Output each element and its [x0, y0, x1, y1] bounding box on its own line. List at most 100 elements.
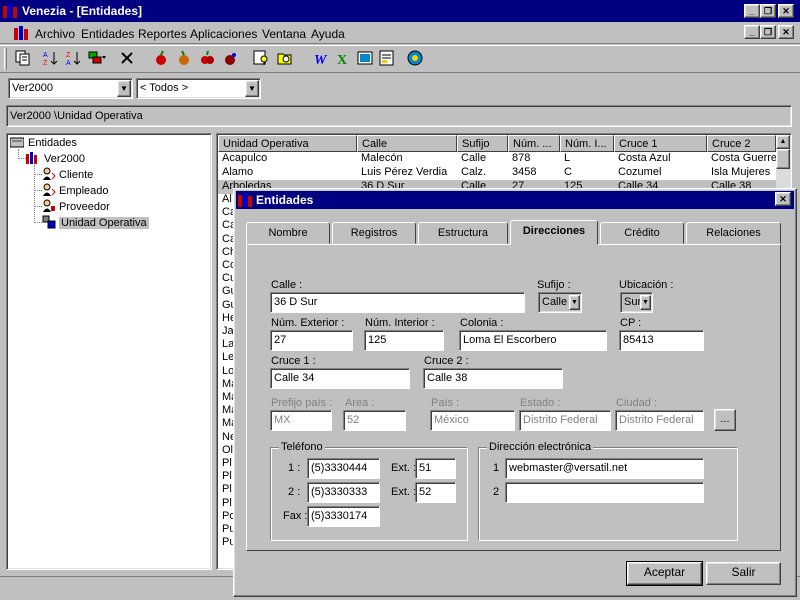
menu-archivo[interactable]: Archivo — [35, 27, 75, 41]
report-icon[interactable] — [376, 47, 398, 69]
ext2-field[interactable]: 52 — [415, 482, 456, 503]
scroll-up-button[interactable]: ▲ — [776, 135, 790, 149]
tel2-label: 2 : — [288, 486, 301, 498]
menu-aplicaciones[interactable]: Aplicaciones — [190, 27, 257, 41]
column-header[interactable]: Núm. I... — [560, 135, 614, 152]
tab-relaciones[interactable]: Relaciones — [686, 222, 781, 244]
sort-desc-icon[interactable]: ZA — [63, 47, 85, 69]
area-label: Area : — [345, 397, 375, 409]
tree-root[interactable]: Entidades — [9, 135, 77, 151]
tree-item-label: Unidad Operativa — [59, 217, 149, 229]
folder-search-icon[interactable] — [274, 47, 296, 69]
table-row[interactable]: Alamo Luis Pérez Verdia Calz. 3458 C Coz… — [218, 166, 776, 180]
num-ext-field[interactable]: 27 — [270, 330, 353, 351]
colonia-field[interactable]: Loma El Escorbero — [459, 330, 607, 351]
more-button[interactable]: ... — [714, 409, 736, 431]
menu-ventana[interactable]: Ventana — [262, 27, 306, 41]
chevron-down-icon[interactable]: ▼ — [569, 295, 580, 310]
chevron-down-icon[interactable]: ▼ — [245, 80, 259, 97]
image-icon[interactable] — [354, 47, 376, 69]
tree-line — [34, 174, 42, 175]
tab-strip: Nombre Registros Estructura Direcciones … — [246, 220, 781, 246]
ubicacion-dropdown[interactable]: Sur ▼ — [620, 292, 653, 313]
word-icon[interactable]: W — [310, 47, 332, 69]
table-row[interactable]: Acapulco Malecón Calle 878 L Costa Azul … — [218, 152, 776, 166]
exit-button[interactable]: Salir — [706, 562, 781, 585]
ext1-label: Ext. : — [391, 462, 417, 474]
ext1-field[interactable]: 51 — [415, 458, 456, 479]
tab-registros[interactable]: Registros — [332, 222, 416, 244]
tel2-field[interactable]: (5)3330333 — [307, 482, 380, 503]
column-header[interactable]: Unidad Operativa — [218, 135, 357, 152]
cruce2-field[interactable]: Calle 38 — [423, 368, 563, 389]
tree-item-proveedor[interactable]: Proveedor — [42, 199, 110, 215]
mdi-minimize-button[interactable]: _ — [744, 25, 760, 39]
email1-field[interactable]: webmaster@versatil.net — [505, 458, 704, 479]
copy-icon[interactable] — [12, 47, 34, 69]
dialog-close-button[interactable]: ✕ — [775, 192, 791, 206]
mdi-restore-button[interactable]: ❐ — [760, 25, 776, 39]
email2-field[interactable] — [505, 482, 704, 503]
sufijo-dropdown[interactable]: Calle ▼ — [538, 292, 582, 313]
svg-text:Z: Z — [43, 60, 48, 66]
menu-entidades[interactable]: Entidades — [81, 27, 134, 41]
table-cell: Costa Azul — [618, 152, 671, 164]
table-cell: Calle — [461, 152, 487, 164]
num-int-field[interactable]: 125 — [364, 330, 444, 351]
scope-dropdown[interactable]: < Todos > ▼ — [136, 78, 261, 99]
minimize-button[interactable]: _ — [744, 4, 760, 18]
tree-item-empleado[interactable]: Empleado — [42, 183, 109, 199]
app-logo-icon — [3, 4, 19, 18]
restore-button[interactable]: ❐ — [760, 4, 776, 18]
column-header[interactable]: Calle — [357, 135, 457, 152]
fax-field[interactable]: (5)3330174 — [307, 506, 380, 527]
entity-fruit-icon-3[interactable] — [196, 47, 218, 69]
sufijo-label: Sufijo : — [537, 279, 571, 291]
mdi-close-button[interactable]: ✕ — [778, 25, 794, 39]
ciudad-label: Ciudad : — [616, 397, 657, 409]
column-header[interactable]: Cruce 2 — [707, 135, 776, 152]
table-cell: Luis Pérez Verdia — [361, 166, 448, 178]
close-button[interactable]: ✕ — [778, 4, 794, 18]
tab-nombre[interactable]: Nombre — [246, 222, 330, 244]
chevron-down-icon[interactable]: ▼ — [117, 80, 131, 97]
menu-ayuda[interactable]: Ayuda — [311, 27, 345, 41]
people-icon — [42, 167, 56, 184]
column-header[interactable]: Núm. ... — [508, 135, 560, 152]
column-header[interactable]: Cruce 1 — [614, 135, 707, 152]
tree-item-cliente[interactable]: Cliente — [42, 167, 93, 183]
tab-estructura[interactable]: Estructura — [418, 222, 508, 244]
view-icon[interactable] — [86, 47, 108, 69]
chevron-down-icon[interactable]: ▼ — [640, 295, 651, 310]
cruce1-field[interactable]: Calle 34 — [270, 368, 410, 389]
version-dropdown[interactable]: Ver2000 ▼ — [8, 78, 133, 99]
ext2-label: Ext. : — [391, 486, 417, 498]
tree-item-unidad-operativa[interactable]: Unidad Operativa — [42, 215, 149, 231]
calle-field[interactable]: 36 D Sur — [270, 292, 525, 313]
web-icon[interactable] — [404, 47, 426, 69]
delete-icon[interactable] — [116, 47, 138, 69]
tel1-field[interactable]: (5)3330444 — [307, 458, 380, 479]
table-cell: Isla Mujeres — [711, 166, 771, 178]
telefono-group-title: Teléfono — [279, 441, 325, 453]
entity-fruit-icon-2[interactable] — [173, 47, 195, 69]
column-header[interactable]: Sufijo — [457, 135, 508, 152]
excel-icon[interactable]: X — [332, 47, 354, 69]
menu-reportes[interactable]: Reportes — [138, 27, 187, 41]
sort-asc-icon[interactable]: AZ — [40, 47, 62, 69]
entity-fruit-icon-1[interactable] — [150, 47, 172, 69]
path-bar: Ver2000 \Unidad Operativa — [6, 105, 792, 127]
cruce2-label: Cruce 2 : — [424, 355, 469, 367]
pais-label: País : — [431, 397, 460, 409]
cp-field[interactable]: 85413 — [619, 330, 704, 351]
key-icon[interactable] — [250, 47, 272, 69]
path-text: Ver2000 \Unidad Operativa — [10, 110, 143, 122]
accept-button[interactable]: Aceptar — [627, 562, 702, 585]
scroll-thumb[interactable] — [776, 149, 790, 169]
entity-fruit-icon-4[interactable] — [219, 47, 241, 69]
table-cell: Malecón — [361, 152, 403, 164]
tab-direcciones[interactable]: Direcciones — [510, 220, 598, 245]
tab-credito[interactable]: Crédito — [600, 222, 684, 244]
tree-item-label: Proveedor — [59, 201, 110, 213]
svg-text:A: A — [66, 60, 71, 66]
